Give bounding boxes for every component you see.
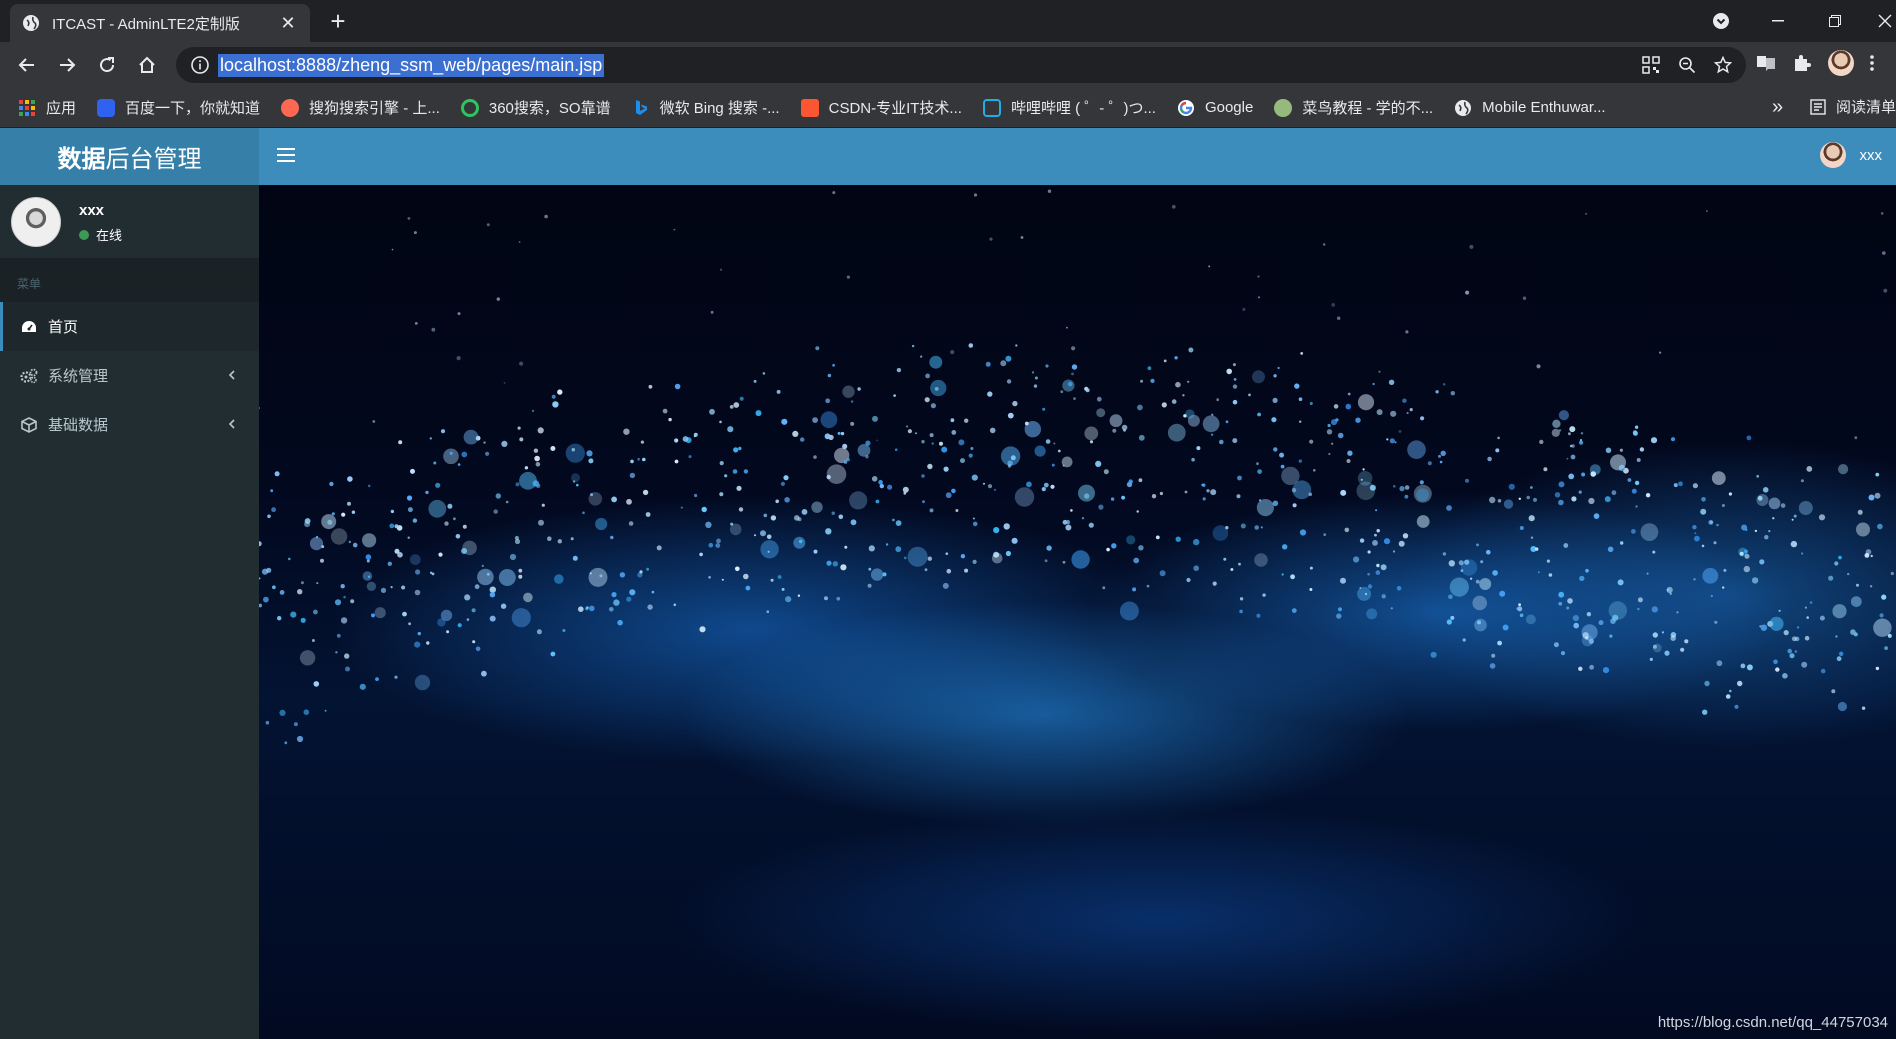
bookmark-label: CSDN-专业IT技术... xyxy=(828,100,962,117)
bookmark-sogou[interactable]: 搜狗搜索引擎 - 上... xyxy=(281,97,440,118)
chevron-left-icon xyxy=(228,370,235,380)
browser-menu-dots-icon[interactable] xyxy=(1870,54,1874,72)
reading-mode-icon[interactable] xyxy=(1756,54,1776,72)
globe-icon xyxy=(1455,99,1472,116)
close-window-icon[interactable] xyxy=(1862,6,1896,36)
tab-title: ITCAST - AdminLTE2定制版 xyxy=(52,15,240,33)
watermark: https://blog.csdn.net/qq_44757034 xyxy=(1657,1014,1888,1031)
bookmark-label: Google xyxy=(1204,99,1254,116)
reading-list-icon xyxy=(1810,98,1826,115)
browser-tab-strip: ITCAST - AdminLTE2定制版 ✕ + xyxy=(0,0,1896,42)
admin-app: 数据 后台管理 xxx xxx 在线 菜单 首页 系统管理 基础数据 https… xyxy=(0,128,1896,1039)
sidebar-item-system-management[interactable]: 系统管理 xyxy=(0,351,259,400)
bookmark-baidu[interactable]: 百度一下，你就知道 xyxy=(97,97,260,118)
globe-icon xyxy=(23,15,39,31)
sidebar-toggle-hamburger-icon[interactable] xyxy=(277,148,295,162)
baidu-paw-icon xyxy=(97,98,116,117)
360-icon xyxy=(460,98,479,117)
back-arrow-icon[interactable] xyxy=(12,50,42,80)
logo-text: 后台管理 xyxy=(105,146,202,173)
address-bar[interactable]: localhost:8888/zheng_ssm_web/pages/main.… xyxy=(176,47,1746,83)
logo-bold-text: 数据 xyxy=(57,146,106,173)
bookmark-label: 搜狗搜索引擎 - 上... xyxy=(309,100,440,117)
app-logo[interactable]: 数据 后台管理 xyxy=(0,128,259,185)
bookmark-label: 百度一下，你就知道 xyxy=(125,100,261,117)
bookmark-label: 微软 Bing 搜索 -... xyxy=(659,100,780,117)
particle-wave-image xyxy=(259,189,1894,745)
bookmark-csdn[interactable]: CSDN-专业IT技术... xyxy=(800,97,962,118)
reading-list-label: 阅读清单 xyxy=(1836,99,1896,116)
tab-close-icon[interactable]: ✕ xyxy=(278,13,298,34)
restore-icon[interactable] xyxy=(1812,6,1858,36)
cogs-icon xyxy=(20,367,38,385)
dashboard-icon xyxy=(20,318,38,336)
bookmark-mobile-enthuware[interactable]: Mobile Enthuwar... xyxy=(1454,99,1606,117)
bookmarks-bar: 应用 百度一下，你就知道 搜狗搜索引擎 - 上... 360搜索，SO靠谱 微软… xyxy=(0,88,1896,128)
minimize-icon[interactable] xyxy=(1755,6,1801,36)
bilibili-icon xyxy=(982,98,1001,117)
main-content-background-image: https://blog.csdn.net/qq_44757034 xyxy=(259,185,1896,1039)
home-icon[interactable] xyxy=(132,50,162,80)
zoom-out-icon[interactable] xyxy=(1678,56,1696,74)
bookmark-label: 菜鸟教程 - 学的不... xyxy=(1302,100,1434,117)
online-status-dot-icon xyxy=(79,229,89,240)
top-navbar: xxx xyxy=(259,128,1896,185)
sidebar-user-panel: xxx 在线 xyxy=(0,185,259,258)
sogou-icon xyxy=(281,98,300,117)
qr-code-icon[interactable] xyxy=(1642,56,1660,74)
sidebar-item-label: 系统管理 xyxy=(48,368,109,385)
sidebar: xxx 在线 菜单 首页 系统管理 基础数据 xyxy=(0,185,259,1039)
bookmark-bing[interactable]: 微软 Bing 搜索 -... xyxy=(632,97,780,118)
bing-icon xyxy=(635,99,647,115)
bookmark-label: 哔哩哔哩 ( ゜- ゜)つ... xyxy=(1010,100,1156,117)
csdn-icon xyxy=(800,98,819,117)
site-info-icon[interactable] xyxy=(190,55,210,75)
reading-list-button[interactable]: 阅读清单 xyxy=(1810,96,1896,117)
sidebar-item-label: 基础数据 xyxy=(48,417,109,434)
sidebar-item-label: 首页 xyxy=(48,319,79,336)
cube-icon xyxy=(20,416,38,434)
browser-toolbar: localhost:8888/zheng_ssm_web/pages/main.… xyxy=(0,42,1896,88)
bookmark-bilibili[interactable]: 哔哩哔哩 ( ゜- ゜)つ... xyxy=(982,97,1156,118)
menu-header: 菜单 xyxy=(0,258,259,302)
sidebar-menu: 首页 系统管理 基础数据 xyxy=(0,302,259,449)
bookmark-label: Mobile Enthuwar... xyxy=(1482,99,1606,116)
sidebar-user-avatar xyxy=(11,197,61,247)
bookmark-google[interactable]: Google xyxy=(1177,99,1253,117)
apps-grid-icon xyxy=(19,99,35,116)
browser-profile-avatar[interactable] xyxy=(1828,50,1854,76)
url-text[interactable]: localhost:8888/zheng_ssm_web/pages/main.… xyxy=(218,53,605,77)
extensions-puzzle-icon[interactable] xyxy=(1792,53,1812,73)
status-text: 在线 xyxy=(96,228,123,243)
navbar-user-menu[interactable]: xxx xyxy=(1819,142,1883,168)
navbar-user-name: xxx xyxy=(1859,146,1883,164)
reload-icon[interactable] xyxy=(92,50,122,80)
sidebar-user-name: xxx xyxy=(79,202,105,219)
google-icon xyxy=(1177,99,1194,116)
sidebar-item-basic-data[interactable]: 基础数据 xyxy=(0,400,259,449)
navbar-user-avatar xyxy=(1819,142,1846,168)
browser-tab[interactable]: ITCAST - AdminLTE2定制版 ✕ xyxy=(10,4,310,42)
tab-search-chevron-icon[interactable] xyxy=(1698,6,1744,36)
sidebar-user-status: 在线 xyxy=(79,225,122,244)
bookmarks-overflow-chevron[interactable]: » xyxy=(1772,96,1783,119)
runoob-icon xyxy=(1274,98,1293,117)
forward-arrow-icon[interactable] xyxy=(52,50,82,80)
new-tab-plus-icon[interactable]: + xyxy=(326,8,350,34)
chevron-left-icon xyxy=(228,419,235,429)
sidebar-item-home[interactable]: 首页 xyxy=(0,302,259,351)
bookmark-label: 应用 xyxy=(46,100,77,117)
bookmark-360[interactable]: 360搜索，SO靠谱 xyxy=(460,97,611,118)
bookmark-star-icon[interactable] xyxy=(1714,56,1732,74)
bookmark-apps[interactable]: 应用 xyxy=(18,97,76,118)
bookmark-runoob[interactable]: 菜鸟教程 - 学的不... xyxy=(1274,97,1433,118)
bookmark-label: 360搜索，SO靠谱 xyxy=(488,100,611,117)
